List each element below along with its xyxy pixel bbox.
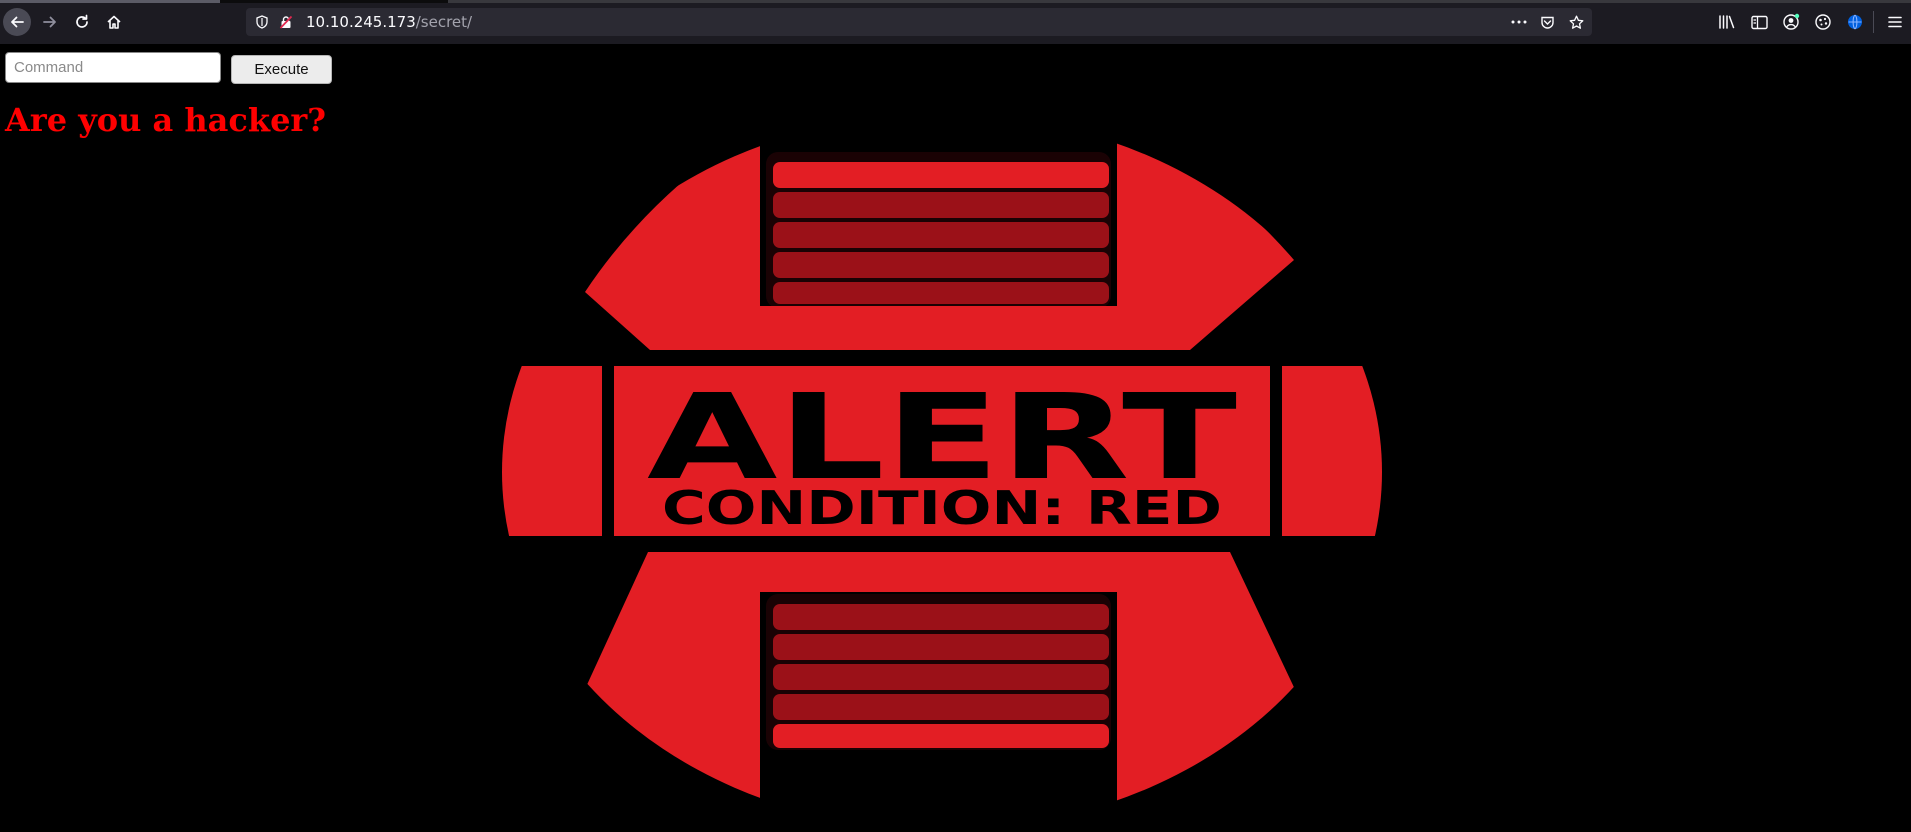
forward-icon	[43, 16, 56, 28]
top-right-wedge	[1117, 124, 1294, 350]
library-icon[interactable]	[1717, 12, 1737, 32]
menu-icon[interactable]	[1885, 12, 1905, 32]
browser-toolbar: 10.10.245.173/secret/	[0, 0, 1911, 44]
bottom-right-wedge	[1117, 552, 1300, 820]
top-left-wedge	[585, 124, 760, 350]
bookmark-star-icon[interactable]	[1568, 14, 1584, 30]
extension-icon[interactable]	[1813, 12, 1833, 32]
alert-subtitle: CONDITION: RED	[662, 481, 1222, 535]
toolbar-separator	[1873, 11, 1874, 33]
url-text: 10.10.245.173/secret/	[306, 13, 472, 31]
more-icon[interactable]	[1511, 14, 1527, 30]
insecure-lock-icon[interactable]	[278, 14, 294, 30]
back-button[interactable]	[3, 8, 31, 36]
reload-button[interactable]	[69, 9, 95, 35]
bottom-grille	[760, 552, 1117, 750]
command-input[interactable]	[5, 52, 221, 83]
top-grille	[760, 152, 1117, 350]
bottom-left-wedge	[580, 552, 760, 820]
vpn-icon[interactable]	[1845, 12, 1865, 32]
home-button[interactable]	[101, 9, 127, 35]
pocket-icon[interactable]	[1539, 14, 1555, 30]
tab-strip	[0, 0, 1911, 3]
url-path: /secret/	[415, 13, 473, 31]
back-icon	[11, 16, 24, 28]
execute-button[interactable]: Execute	[231, 55, 332, 84]
url-bar[interactable]: 10.10.245.173/secret/	[246, 8, 1592, 36]
page-content: Execute Are you a hacker? ALERT	[0, 44, 1911, 832]
alert-condition-red-image: ALERT CONDITION: RED	[502, 124, 1382, 820]
sidebar-icon[interactable]	[1749, 12, 1769, 32]
reload-icon	[76, 14, 88, 28]
forward-button[interactable]	[37, 9, 63, 35]
url-host: 10.10.245.173	[306, 13, 416, 31]
shield-icon[interactable]	[254, 14, 270, 30]
account-icon[interactable]	[1781, 12, 1801, 32]
home-icon	[107, 15, 121, 29]
page-heading: Are you a hacker?	[5, 101, 327, 139]
